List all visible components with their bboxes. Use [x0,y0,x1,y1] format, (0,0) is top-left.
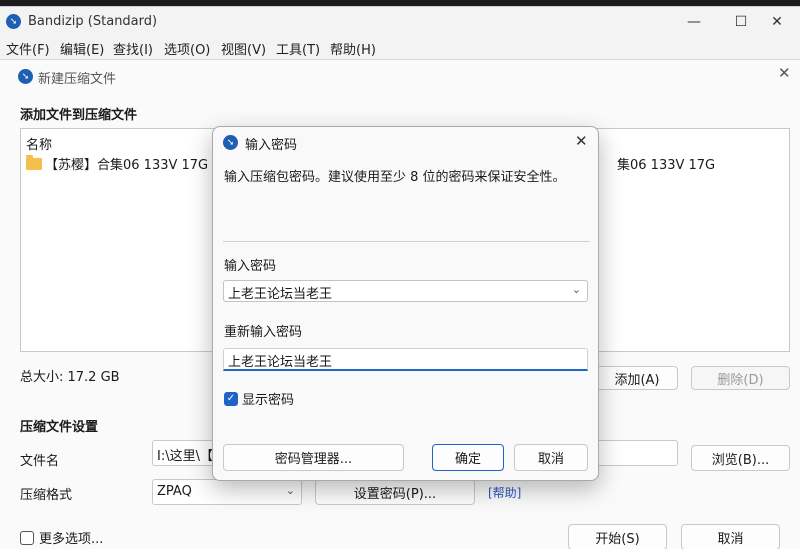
total-size: 总大小: 17.2 GB [20,370,120,385]
close-icon[interactable]: ✕ [778,64,791,82]
password-description: 输入压缩包密码。建议使用至少 8 位的密码来保证安全性。 [224,170,566,185]
password-cancel-button[interactable]: 取消 [514,444,588,471]
menu-options[interactable]: 选项(O) [164,39,210,58]
menu-edit[interactable]: 编辑(E) [60,39,104,58]
show-password-label: 显示密码 [242,393,295,408]
show-password-toggle[interactable]: ✓ 显示密码 [224,389,294,408]
menu-tools[interactable]: 工具(T) [276,39,320,58]
title-bar: ➘ Bandizip (Standard) — ☐ ✕ [0,7,800,37]
divider [223,241,590,242]
start-button[interactable]: 开始(S) [568,524,667,549]
more-options-label: 更多选项... [39,532,104,547]
set-password-button[interactable]: 设置密码(P)... [315,479,475,505]
format-select[interactable]: ZPAQ ⌄ [152,479,302,505]
cancel-button[interactable]: 取消 [681,524,780,549]
chevron-down-icon: ⌄ [285,484,295,497]
filename-label: 文件名 [20,454,60,469]
show-password-checkbox[interactable]: ✓ [224,391,238,406]
menu-find[interactable]: 查找(I) [113,39,153,58]
add-files-heading: 添加文件到压缩文件 [20,108,138,123]
reenter-password-label: 重新输入密码 [224,325,303,340]
password-manager-button[interactable]: 密码管理器... [223,444,404,471]
password-label: 输入密码 [224,259,277,274]
format-value: ZPAQ [157,484,192,499]
menu-help[interactable]: 帮助(H) [330,39,376,58]
list-item[interactable]: 【苏樱】合集06 133V 17G [26,154,208,173]
app-title: Bandizip (Standard) [28,14,158,29]
password-value: 上老王论坛当老王 [228,287,333,302]
dialog-title: 新建压缩文件 [38,72,117,87]
bandizip-logo-icon: ➘ [6,14,21,29]
add-button[interactable]: 添加(A) [596,366,678,390]
password-input[interactable]: 上老王论坛当老王 ⌄ [223,280,588,302]
help-link[interactable]: [帮助] [488,484,521,501]
close-button[interactable]: ✕ [754,7,800,37]
browse-button[interactable]: 浏览(B)... [691,445,790,471]
password-dialog: ➘ 输入密码 ✕ 输入压缩包密码。建议使用至少 8 位的密码来保证安全性。 输入… [212,126,599,481]
file-name-fragment: 集06 133V 17G [617,158,716,173]
menu-file[interactable]: 文件(F) [6,39,50,58]
more-options-checkbox[interactable] [20,530,34,545]
format-label: 压缩格式 [20,488,73,503]
reenter-password-input[interactable]: 上老王论坛当老王 [223,348,588,371]
bandizip-logo-icon: ➘ [18,69,33,84]
minimize-button[interactable]: — [671,7,717,37]
menu-bar: 文件(F) 编辑(E) 查找(I) 选项(O) 视图(V) 工具(T) 帮助(H… [0,37,800,59]
close-icon[interactable]: ✕ [575,132,588,150]
menu-view[interactable]: 视图(V) [221,39,266,58]
delete-button[interactable]: 删除(D) [691,366,790,390]
password-dialog-title: 输入密码 [245,138,298,153]
archive-settings-heading: 压缩文件设置 [20,420,99,435]
more-options-toggle[interactable]: 更多选项... [20,528,103,547]
chevron-down-icon[interactable]: ⌄ [572,283,581,296]
file-name: 【苏樱】合集06 133V 17G [45,158,209,173]
bandizip-logo-icon: ➘ [223,135,238,150]
column-header-name[interactable]: 名称 [26,134,52,153]
folder-icon [26,154,42,170]
ok-button[interactable]: 确定 [432,444,504,471]
